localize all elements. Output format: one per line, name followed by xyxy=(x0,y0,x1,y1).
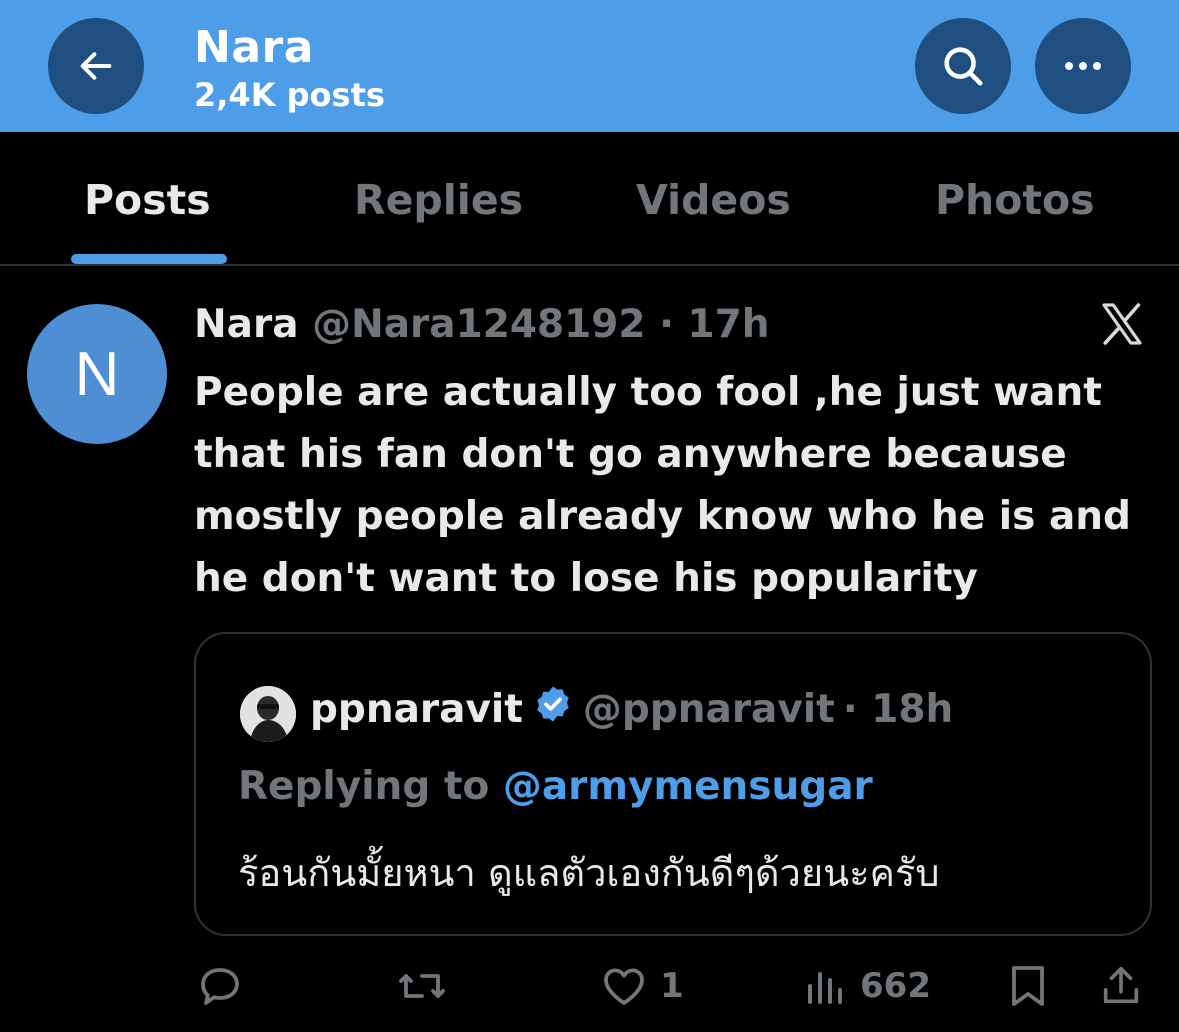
bookmark-button[interactable] xyxy=(1006,962,1050,1010)
author-handle[interactable]: @Nara1248192 xyxy=(312,302,645,347)
verified-badge-icon xyxy=(533,684,573,734)
reply-button[interactable] xyxy=(196,962,256,1010)
author-name[interactable]: Nara xyxy=(194,302,299,347)
search-button[interactable] xyxy=(915,18,1011,114)
views-icon xyxy=(808,972,842,1004)
profile-name: Nara xyxy=(194,22,314,73)
tab-posts[interactable]: Posts xyxy=(84,176,211,224)
post-meta: Nara @Nara1248192 · 17h xyxy=(194,302,770,347)
share-button[interactable] xyxy=(1098,962,1144,1010)
quoted-post[interactable]: ppnaravit @ppnaravit · 18h Replying to @… xyxy=(194,632,1152,936)
quoted-avatar[interactable] xyxy=(240,686,296,742)
active-tab-indicator xyxy=(71,254,227,264)
tab-photos[interactable]: Photos xyxy=(935,176,1095,224)
like-button[interactable]: 1 xyxy=(600,962,684,1010)
views-count: 662 xyxy=(860,966,931,1006)
more-button[interactable] xyxy=(1035,18,1131,114)
profile-tabs: Posts Replies Videos Photos xyxy=(0,132,1179,266)
share-icon xyxy=(1103,966,1139,1004)
replying-to-label: Replying to xyxy=(238,764,490,809)
avatar[interactable]: N xyxy=(27,304,167,444)
x-logo-icon xyxy=(1098,300,1146,352)
views-button[interactable]: 662 xyxy=(804,962,931,1010)
quoted-meta: ppnaravit @ppnaravit · 18h xyxy=(310,684,953,734)
post-text: People are actually too fool ,he just wa… xyxy=(194,370,1131,601)
post-count: 2,4K posts xyxy=(194,76,385,114)
replying-to-mention[interactable]: @armymensugar xyxy=(503,764,873,809)
bookmark-icon xyxy=(1012,966,1044,1006)
quoted-post-time: · 18h xyxy=(842,686,954,732)
back-button[interactable] xyxy=(48,18,144,114)
search-icon xyxy=(944,47,983,86)
replying-to: Replying to @armymensugar xyxy=(238,764,873,809)
quoted-author-handle[interactable]: @ppnaravit xyxy=(583,687,835,732)
post-time: · 17h xyxy=(659,302,770,347)
arrow-left-icon xyxy=(80,52,112,80)
reply-icon xyxy=(201,968,239,1005)
quoted-author-name[interactable]: ppnaravit xyxy=(310,687,523,732)
like-count: 1 xyxy=(660,966,684,1006)
heart-icon xyxy=(604,968,644,1005)
profile-header: Nara 2,4K posts xyxy=(0,0,1179,132)
more-icon xyxy=(1065,62,1101,70)
tab-replies[interactable]: Replies xyxy=(354,176,523,224)
repost-icon xyxy=(399,974,445,998)
repost-button[interactable] xyxy=(396,962,460,1010)
tab-videos[interactable]: Videos xyxy=(636,176,791,224)
quoted-text: ร้อนกันมั้ยหนา ดูแลตัวเองกันดีๆด้วยนะครั… xyxy=(238,851,940,895)
